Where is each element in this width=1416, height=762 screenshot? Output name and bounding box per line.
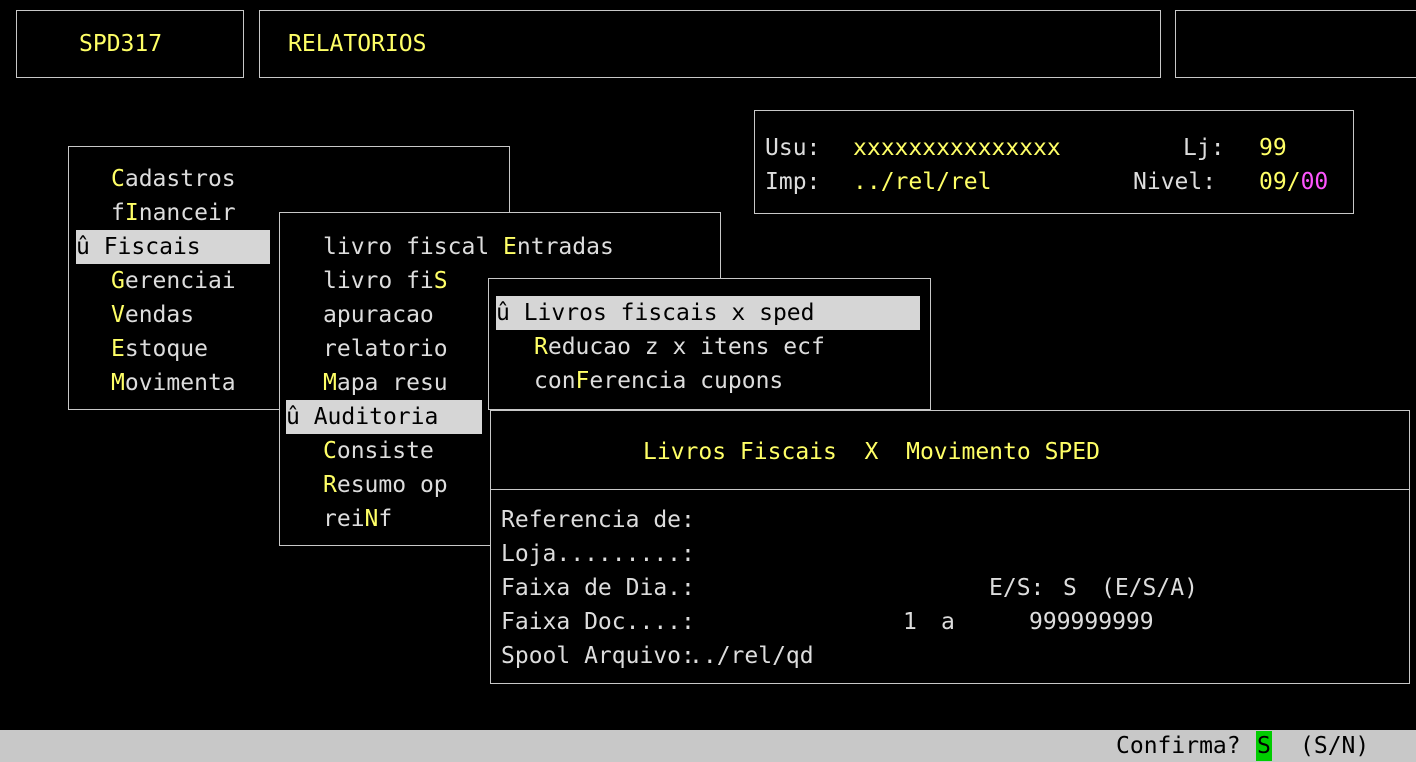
doc-to-field[interactable]: 999999999 [1029, 605, 1154, 639]
main-menu-item[interactable]: Gerenciai [111, 264, 236, 298]
spool-label: Spool Arquivo: [501, 643, 695, 669]
fiscal-menu-item[interactable]: livro fiS [323, 264, 448, 298]
faixa-doc-label: Faixa Doc....: [501, 609, 695, 635]
audit-menu-item[interactable]: conFerencia cupons [534, 364, 783, 398]
selection-marker-icon: û [286, 404, 314, 430]
fiscal-menu-item[interactable]: reiNf [323, 502, 392, 536]
header-blank-box [1175, 10, 1416, 78]
audit-menu-item[interactable]: Reducao z x itens ecf [534, 330, 825, 364]
main-menu-item-text: f [111, 200, 125, 226]
main-menu-item-text: nanceir [138, 200, 236, 226]
fiscal-menu-item-hotkey: E [503, 234, 517, 260]
main-menu-item-text: stoque [124, 336, 208, 362]
loja-label: Loja.........: [501, 541, 695, 567]
level-value: 09 [1259, 169, 1287, 195]
user-label: Usu: [765, 135, 821, 161]
audit-menu-item-text: educao z x itens ecf [547, 334, 825, 360]
program-code-box: SPD317 [16, 10, 244, 78]
audit-menu-item-hotkey: F [575, 368, 590, 394]
fiscal-menu-item[interactable]: Consiste [323, 434, 434, 468]
fiscal-menu-item-text: livro fiscal [323, 234, 504, 260]
store-value: 99 [1259, 135, 1287, 161]
audit-menu-item-text: Livros fiscais x sped [523, 300, 815, 326]
main-menu-item-hotkey: V [111, 302, 125, 328]
fiscal-menu-item-hotkey: R [323, 472, 337, 498]
printer-value: ../rel/rel [853, 169, 992, 195]
level-separator: / [1286, 169, 1301, 195]
audit-menu-item-text: erencia cupons [589, 368, 784, 394]
fiscal-menu-item-hotkey: C [323, 438, 337, 464]
store-label: Lj: [1183, 135, 1225, 161]
main-menu-item-text: endas [124, 302, 195, 328]
main-menu-item-text: ovimenta [124, 370, 236, 396]
program-code: SPD317 [79, 31, 163, 57]
fiscal-menu-item-text: livro fi [323, 268, 434, 294]
fiscal-menu-item[interactable]: livro fiscal Entradas [323, 230, 614, 264]
main-menu-item-text: Fiscais [103, 234, 201, 260]
main-menu-item[interactable]: fInanceir [111, 196, 236, 230]
fiscal-menu-item[interactable]: Mapa resu [323, 366, 448, 400]
fiscal-menu-item-text: Auditoria [313, 404, 439, 430]
fiscal-menu-item-text: apuracao [323, 302, 434, 328]
main-menu-item[interactable]: Movimenta [111, 366, 236, 400]
main-menu-item[interactable]: Cadastros [111, 162, 236, 196]
fiscal-menu-item-text: apa resu [336, 370, 448, 396]
main-menu-item-text: adastros [124, 166, 236, 192]
main-menu-item-text: erenciai [124, 268, 236, 294]
doc-range-separator: a [941, 609, 955, 635]
user-info-box: Usu: xxxxxxxxxxxxxxx Lj: 99 Imp: ../rel/… [754, 110, 1354, 214]
screen-title-box: RELATORIOS [259, 10, 1161, 78]
fiscal-menu-item-text: esumo op [336, 472, 448, 498]
faixa-dia-label: Faixa de Dia.: [501, 575, 695, 601]
selection-marker-icon: û [76, 234, 104, 260]
user-value: xxxxxxxxxxxxxxx [853, 135, 1061, 161]
spool-field[interactable]: ../rel/qd [689, 639, 814, 673]
fiscal-menu-item[interactable]: û Auditoria [286, 400, 482, 434]
level-value-secondary: 00 [1300, 169, 1329, 195]
main-menu-item[interactable]: Vendas [111, 298, 194, 332]
main-menu-item-hotkey: M [111, 370, 125, 396]
main-menu-item-hotkey: G [111, 268, 125, 294]
level-label: Nivel: [1133, 169, 1217, 195]
status-bar: Confirma? S (S/N) [0, 730, 1416, 762]
doc-from-field[interactable]: 1 [903, 605, 917, 639]
fiscal-menu-item-hotkey: N [364, 506, 379, 532]
dialog-title-divider [491, 489, 1409, 490]
confirm-prompt: Confirma? [1116, 733, 1241, 759]
level-display: 09/00 [1259, 165, 1328, 199]
audit-menu-item-text: con [534, 368, 576, 394]
fiscal-menu-item-hotkey: S [433, 268, 448, 294]
fiscal-menu-item-text: ntradas [516, 234, 614, 260]
fiscal-menu-item-text: onsiste [336, 438, 434, 464]
screen-title: RELATORIOS [288, 31, 427, 57]
es-field[interactable]: S [1063, 571, 1077, 605]
printer-label: Imp: [765, 169, 821, 195]
es-options: (E/S/A) [1101, 575, 1198, 601]
referencia-label: Referencia de: [501, 507, 695, 533]
report-dialog: Livros Fiscais X Movimento SPED Referenc… [490, 410, 1410, 684]
fiscal-menu-item[interactable]: Resumo op [323, 468, 448, 502]
dialog-title: Livros Fiscais X Movimento SPED [643, 439, 1100, 465]
audit-menu-item[interactable]: û Livros fiscais x sped [496, 296, 920, 330]
fiscal-menu-item-hotkey: M [323, 370, 337, 396]
main-menu-item-hotkey: I [124, 200, 139, 226]
audit-menu-item-hotkey: R [534, 334, 548, 360]
main-menu-item-hotkey: E [111, 336, 125, 362]
fiscal-menu-item[interactable]: relatorio [323, 332, 448, 366]
selection-marker-icon: û [496, 300, 524, 326]
fiscal-menu-item-text: rei [323, 506, 365, 532]
fiscal-menu-item[interactable]: apuracao [323, 298, 434, 332]
confirm-options: (S/N) [1300, 733, 1370, 759]
fiscal-menu-item-text: f [378, 506, 393, 532]
main-menu-item[interactable]: û Fiscais [76, 230, 270, 264]
es-label: E/S: [989, 575, 1045, 601]
main-menu-item[interactable]: Estoque [111, 332, 208, 366]
fiscal-menu-item-text: relatorio [323, 336, 448, 362]
main-menu-item-hotkey: C [111, 166, 125, 192]
confirm-answer[interactable]: S [1256, 731, 1272, 761]
